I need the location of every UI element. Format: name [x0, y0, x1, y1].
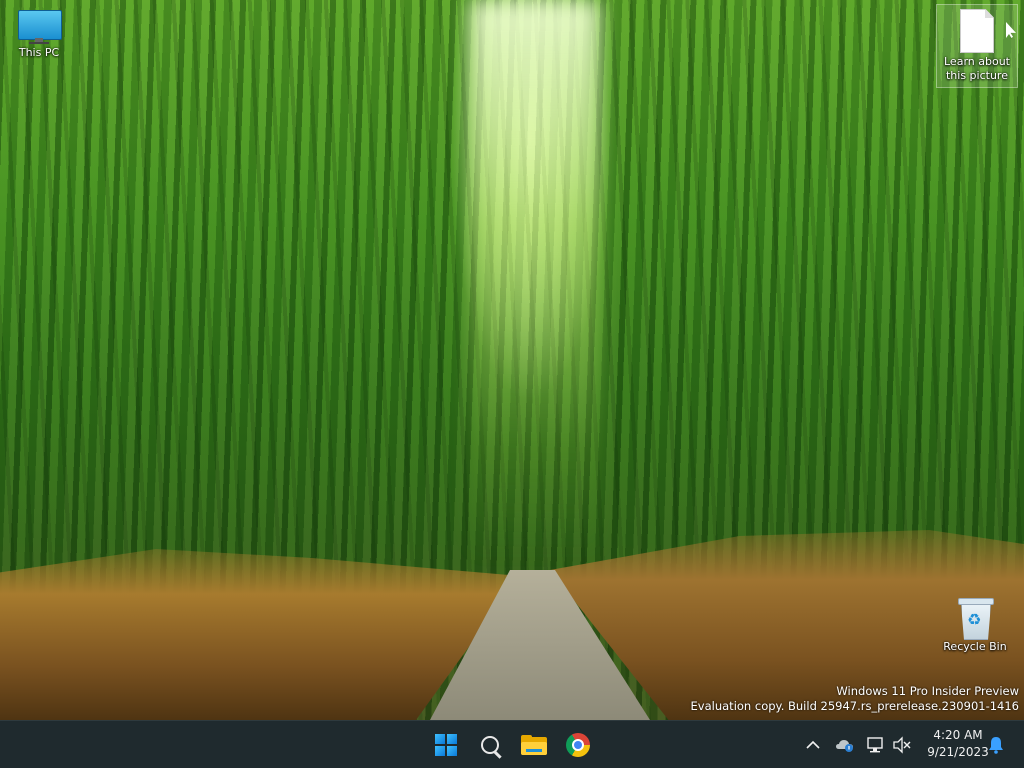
watermark-line-2: Evaluation copy. Build 25947.rs_prerelea… [690, 699, 1019, 713]
desktop-icon-this-pc[interactable]: This PC [2, 10, 76, 60]
chrome-button[interactable] [558, 725, 598, 765]
onedrive-tray-button[interactable] [833, 733, 857, 757]
notifications-button[interactable] [986, 733, 1006, 757]
start-button[interactable] [426, 725, 466, 765]
volume-muted-icon [893, 736, 911, 754]
desktop-icon-label: Learn about this picture [944, 55, 1010, 83]
chevron-up-icon [806, 740, 820, 749]
bell-icon [989, 737, 1003, 754]
taskbar: 4:20 AM 9/21/2023 [0, 720, 1024, 768]
onedrive-icon [836, 740, 853, 752]
file-explorer-button[interactable] [514, 725, 554, 765]
desktop-icon-label: This PC [18, 46, 60, 59]
windows-logo-icon [435, 734, 457, 756]
search-button[interactable] [470, 725, 510, 765]
network-tray-button[interactable] [864, 733, 888, 757]
clock-time: 4:20 AM [933, 728, 983, 742]
clock-button[interactable]: 4:20 AM 9/21/2023 [920, 727, 996, 761]
wallpaper-light [470, 0, 600, 560]
clock-date: 9/21/2023 [927, 745, 989, 759]
show-hidden-icons-button[interactable] [801, 733, 825, 757]
chrome-icon [566, 733, 590, 757]
label-line-2: this picture [945, 69, 1008, 82]
desktop-icon-label: Recycle Bin [943, 640, 1007, 653]
label-line-1: Learn about [944, 55, 1010, 68]
network-icon [867, 737, 883, 753]
computer-icon [18, 10, 62, 44]
search-icon [481, 736, 499, 754]
evaluation-watermark: Windows 11 Pro Insider Preview Evaluatio… [691, 684, 1019, 714]
folder-icon [521, 735, 547, 755]
watermark-line-1: Windows 11 Pro Insider Preview [836, 684, 1019, 698]
desktop[interactable]: This PC Learn about this picture ♻ Recyc… [0, 0, 1024, 720]
document-icon [960, 9, 994, 53]
volume-tray-button[interactable] [890, 733, 914, 757]
desktop-icon-recycle-bin[interactable]: ♻ Recycle Bin [938, 598, 1012, 654]
desktop-icon-learn-about-picture[interactable]: Learn about this picture [936, 4, 1018, 88]
recycle-bin-icon: ♻ [958, 598, 994, 640]
